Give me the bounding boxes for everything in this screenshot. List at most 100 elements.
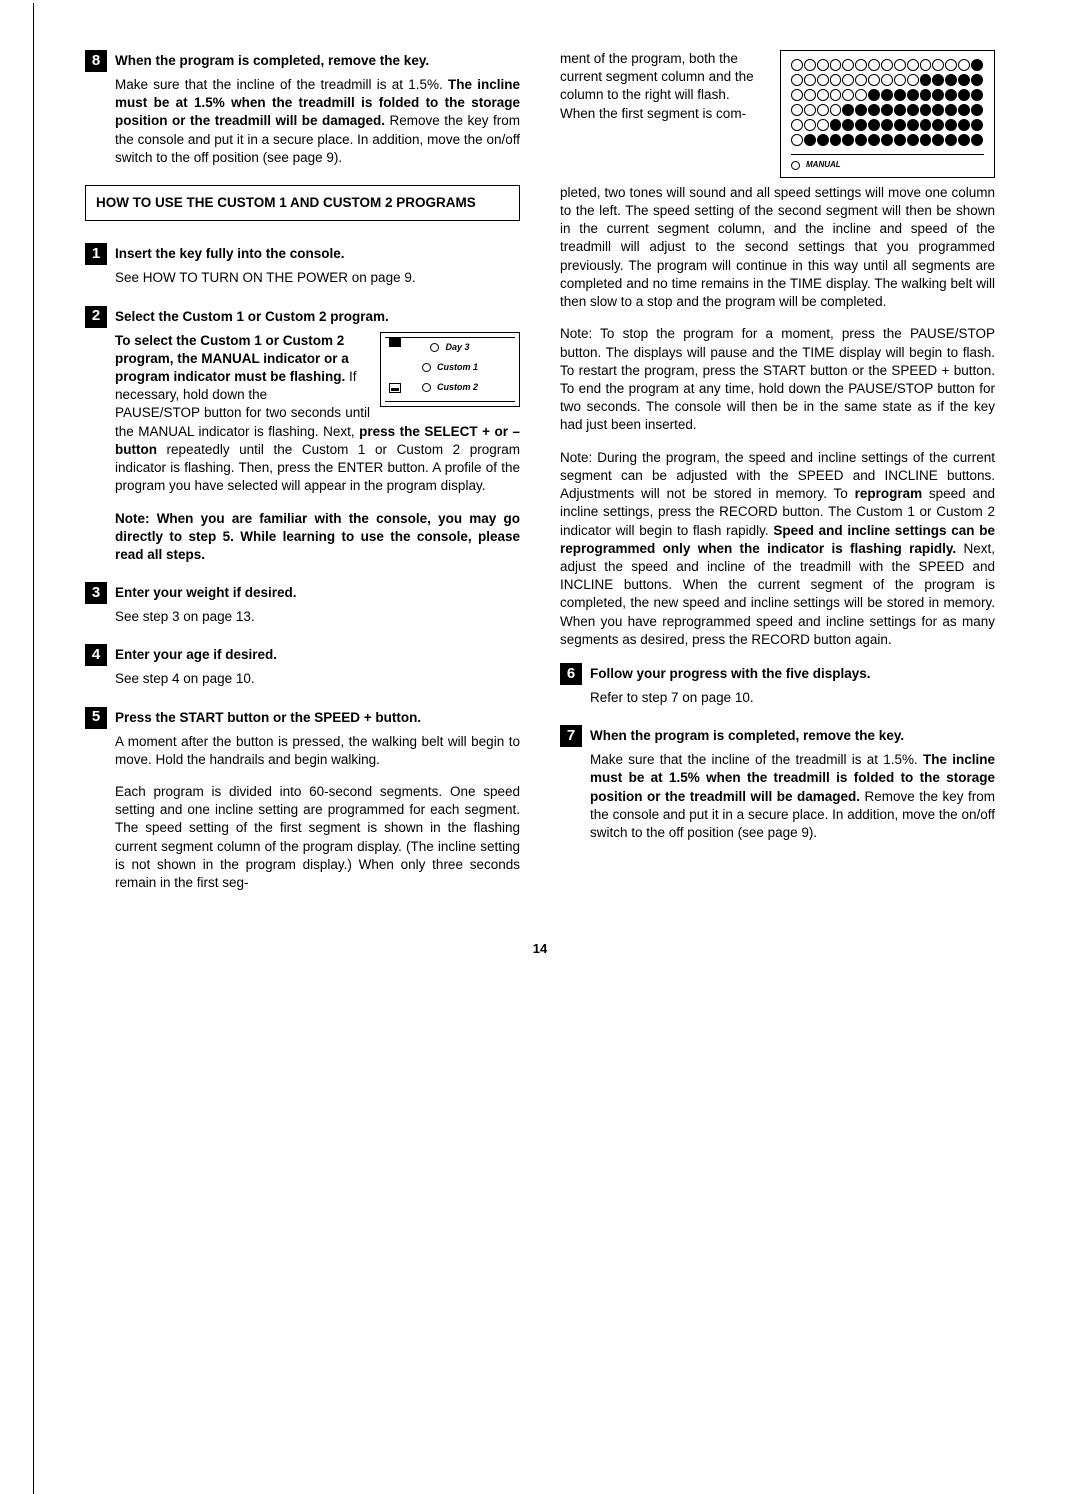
right-column: MANUAL ment of the program, both the cur… (560, 50, 995, 910)
led-dot (894, 119, 906, 131)
step-1-header: 1 Insert the key fully into the console. (85, 243, 520, 265)
step-number-badge: 8 (85, 50, 107, 72)
led-dot (817, 134, 829, 146)
program-display-figure: MANUAL (780, 50, 995, 178)
led-dot (920, 74, 932, 86)
led-dot (894, 134, 906, 146)
step-4-header: 4 Enter your age if desired. (85, 644, 520, 666)
led-dot (971, 104, 983, 116)
label: Custom 1 (437, 361, 478, 373)
led-dot (907, 59, 919, 71)
led-dot (791, 104, 803, 116)
step-number-badge: 5 (85, 707, 107, 729)
led-dot (842, 134, 854, 146)
manual-indicator-label: MANUAL (791, 154, 984, 171)
paragraph: Note: During the program, the speed and … (560, 449, 995, 649)
step-7-body: Make sure that the incline of the treadm… (590, 751, 995, 842)
step-title: Enter your weight if desired. (115, 582, 297, 602)
led-dot (817, 89, 829, 101)
led-dot (791, 89, 803, 101)
led-dot (804, 119, 816, 131)
led-dot (932, 104, 944, 116)
led-row (791, 134, 984, 146)
led-dot (791, 134, 803, 146)
led-row (791, 59, 984, 71)
led-row (791, 74, 984, 86)
step-6-header: 6 Follow your progress with the five dis… (560, 663, 995, 685)
led-dot (932, 119, 944, 131)
step-5-body: A moment after the button is pressed, th… (115, 733, 520, 893)
led-dot (894, 89, 906, 101)
led-dot (971, 74, 983, 86)
step-number-badge: 6 (560, 663, 582, 685)
section-heading-box: HOW TO USE THE CUSTOM 1 AND CUSTOM 2 PRO… (85, 185, 520, 221)
led-dot (830, 59, 842, 71)
step-1-body: See HOW TO TURN ON THE POWER on page 9. (115, 269, 520, 287)
paragraph: PAUSE/STOP button for two seconds until … (115, 404, 520, 495)
led-dot (868, 119, 880, 131)
led-dot (958, 134, 970, 146)
led-dot (907, 74, 919, 86)
led-dot (958, 59, 970, 71)
led-dot (881, 59, 893, 71)
step-number-badge: 7 (560, 725, 582, 747)
step-2-body: Day 3 Custom 1 Custom 2 To select the Cu… (115, 332, 520, 565)
paragraph: pleted, two tones will sound and all spe… (560, 184, 995, 312)
label: Custom 2 (437, 381, 478, 393)
led-dot (881, 104, 893, 116)
led-dot (842, 89, 854, 101)
led-dot (868, 74, 880, 86)
paragraph: See step 3 on page 13. (115, 608, 520, 626)
led-dot (958, 119, 970, 131)
led-dot (945, 104, 957, 116)
paragraph: Make sure that the incline of the treadm… (590, 751, 995, 842)
paragraph: See HOW TO TURN ON THE POWER on page 9. (115, 269, 520, 287)
led-dot (907, 119, 919, 131)
indicator-circle (430, 343, 439, 352)
step-7-header: 7 When the program is completed, remove … (560, 725, 995, 747)
paragraph: Make sure that the incline of the treadm… (115, 76, 520, 167)
led-dot (817, 104, 829, 116)
led-dot (868, 134, 880, 146)
step-3-header: 3 Enter your weight if desired. (85, 582, 520, 604)
step-6-body: Refer to step 7 on page 10. (590, 689, 995, 707)
led-dot (855, 104, 867, 116)
step-3-body: See step 3 on page 13. (115, 608, 520, 626)
led-dot (855, 119, 867, 131)
led-dot (817, 59, 829, 71)
left-column: 8 When the program is completed, remove … (85, 50, 520, 910)
led-dot (920, 59, 932, 71)
custom-program-figure: Day 3 Custom 1 Custom 2 (380, 332, 520, 407)
led-dot (881, 89, 893, 101)
paragraph: Note: To stop the program for a moment, … (560, 325, 995, 434)
led-dot (920, 104, 932, 116)
led-row (791, 119, 984, 131)
led-dot (932, 89, 944, 101)
led-dot (842, 59, 854, 71)
led-dot (830, 74, 842, 86)
indicator-circle (791, 161, 800, 170)
page-columns: 8 When the program is completed, remove … (85, 50, 995, 910)
led-dot (945, 59, 957, 71)
step-number-badge: 1 (85, 243, 107, 265)
led-dot (907, 104, 919, 116)
led-dot (868, 59, 880, 71)
step-number-badge: 4 (85, 644, 107, 666)
led-dot (945, 74, 957, 86)
led-dot (894, 104, 906, 116)
note-paragraph: Note: When you are familiar with the con… (115, 510, 520, 565)
led-dot (971, 89, 983, 101)
led-dot (830, 119, 842, 131)
led-dot (971, 59, 983, 71)
led-dot (881, 134, 893, 146)
indicator-circle (422, 363, 431, 372)
led-dot (907, 134, 919, 146)
led-dot (958, 104, 970, 116)
segment-marker-line (33, 3, 34, 1494)
led-row (791, 104, 984, 116)
page-number: 14 (85, 940, 995, 958)
led-dot (804, 89, 816, 101)
custom-panel: Day 3 Custom 1 Custom 2 (380, 332, 520, 407)
step-title: Select the Custom 1 or Custom 2 program. (115, 306, 389, 326)
paragraph: Each program is divided into 60-second s… (115, 783, 520, 892)
